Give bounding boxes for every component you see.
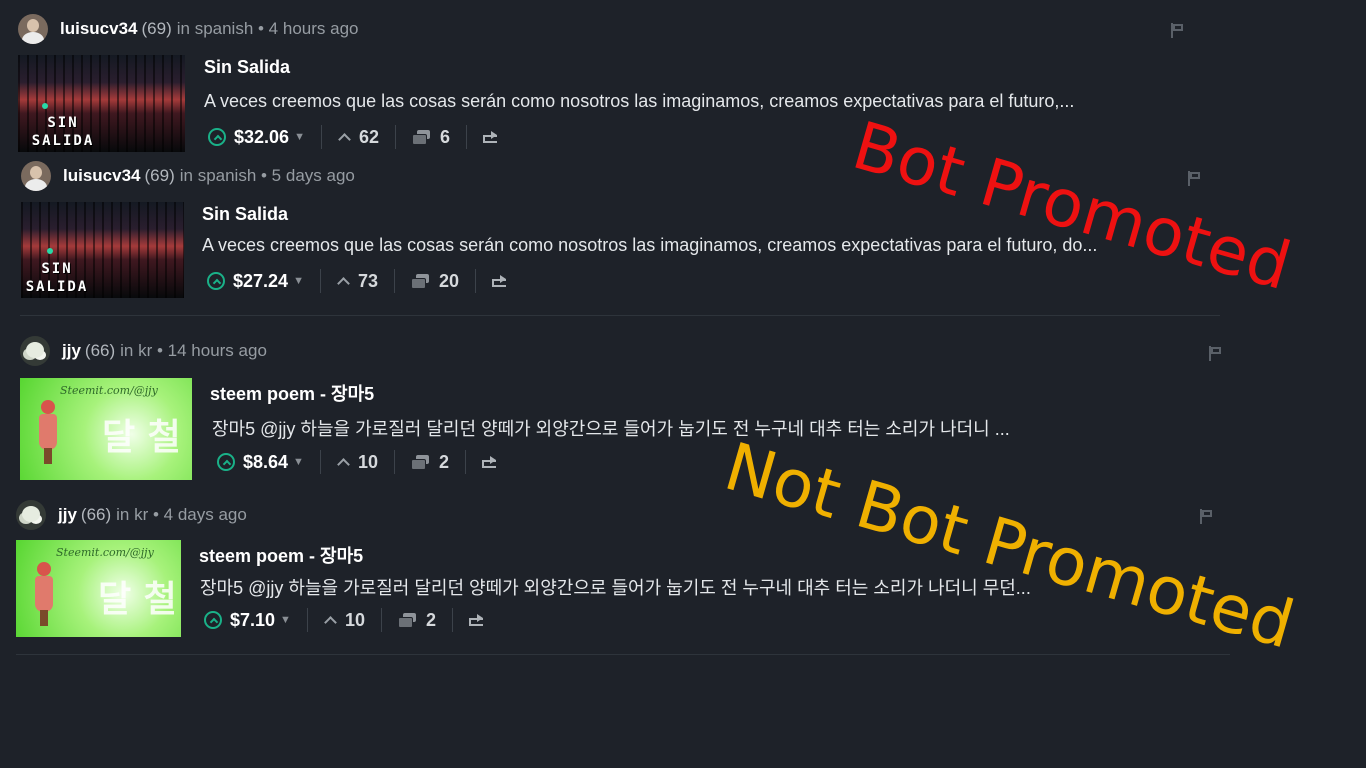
- calligraphy-art: 달 철: [98, 578, 177, 620]
- comments-icon[interactable]: [410, 455, 429, 470]
- comment-count[interactable]: 2: [439, 452, 449, 473]
- voters-chevron-icon: [337, 458, 350, 471]
- comments-icon[interactable]: [411, 130, 430, 145]
- post-header: luisucv34 (69) in spanish • 5 days ago: [21, 160, 355, 192]
- not-bot-promoted-label: Not Bot Promoted: [716, 428, 1303, 664]
- post-meta[interactable]: in kr • 14 hours ago: [120, 341, 267, 361]
- post-title[interactable]: Sin Salida: [202, 204, 288, 225]
- action-divider: [466, 125, 467, 149]
- comments-icon[interactable]: [397, 613, 416, 628]
- comments-icon[interactable]: [410, 274, 429, 289]
- bot-promoted-label: Bot Promoted: [844, 107, 1299, 306]
- post-header: jjy (66) in kr • 4 days ago: [16, 499, 247, 531]
- upvote-icon[interactable]: [204, 611, 222, 629]
- post-header: jjy (66) in kr • 14 hours ago: [20, 335, 267, 367]
- action-divider: [394, 125, 396, 149]
- action-divider: [451, 608, 453, 632]
- upvote-icon[interactable]: [217, 453, 235, 471]
- voters-chevron-icon: [324, 616, 337, 629]
- post-title[interactable]: Sin Salida: [204, 57, 290, 78]
- action-divider: [320, 125, 322, 149]
- author-link[interactable]: jjy: [58, 505, 77, 525]
- author-reputation: (66): [80, 505, 112, 524]
- calligraphy-art: 달 철: [102, 416, 181, 458]
- author-link[interactable]: jjy: [62, 341, 81, 361]
- post-actions: $27.24 ▼ 73 20: [207, 266, 508, 296]
- payout-value[interactable]: $32.06: [234, 127, 289, 148]
- thumbnail-text: SIN SALIDA: [31, 115, 95, 149]
- post-thumbnail[interactable]: SIN SALIDA: [18, 55, 185, 152]
- payout-dropdown-icon[interactable]: ▼: [293, 275, 304, 287]
- post-thumbnail[interactable]: Steemit.com/@jjy 달 철: [16, 540, 181, 637]
- author-link[interactable]: luisucv34: [63, 166, 141, 186]
- author-reputation: (69): [144, 166, 175, 185]
- author-link[interactable]: luisucv34: [60, 19, 138, 39]
- vote-count[interactable]: 62: [359, 127, 379, 148]
- comment-count[interactable]: 20: [439, 271, 459, 292]
- flag-icon[interactable]: [1171, 23, 1185, 38]
- action-divider: [475, 269, 477, 293]
- post-divider: [16, 654, 1230, 655]
- post-title[interactable]: steem poem - 장마5: [199, 542, 363, 568]
- post-meta[interactable]: in spanish • 4 hours ago: [177, 19, 359, 39]
- flag-icon[interactable]: [1209, 346, 1223, 361]
- post-thumbnail[interactable]: SIN SALIDA: [21, 202, 184, 298]
- post-thumbnail[interactable]: Steemit.com/@jjy 달 철: [20, 378, 192, 480]
- resteem-icon[interactable]: [481, 456, 498, 468]
- thumbnail-text: Steemit.com/@jjy: [56, 546, 154, 559]
- action-divider: [393, 269, 395, 293]
- post-meta[interactable]: in spanish • 5 days ago: [180, 166, 355, 186]
- action-divider: [393, 450, 395, 474]
- vote-count[interactable]: 10: [345, 610, 365, 631]
- post-summary[interactable]: 장마5 @jjy 하늘을 가로질러 달리던 양떼가 외양간으로 들어가 눕기도 …: [212, 415, 1010, 441]
- post-meta[interactable]: in kr • 4 days ago: [116, 505, 247, 525]
- post-title[interactable]: steem poem - 장마5: [210, 380, 374, 406]
- flower-avatar-icon[interactable]: [16, 500, 46, 530]
- post-divider: [20, 315, 1220, 316]
- post-summary[interactable]: A veces creemos que las cosas serán como…: [202, 235, 1097, 256]
- person-avatar-icon[interactable]: [18, 14, 48, 44]
- voters-chevron-icon: [337, 277, 350, 290]
- flag-icon[interactable]: [1200, 509, 1214, 524]
- flag-icon[interactable]: [1188, 171, 1202, 186]
- person-avatar-icon[interactable]: [21, 161, 51, 191]
- comment-count[interactable]: 2: [426, 610, 436, 631]
- post-actions: $8.64 ▼ 10 2: [217, 447, 498, 477]
- action-divider: [319, 269, 321, 293]
- action-divider: [464, 450, 466, 474]
- upvote-icon[interactable]: [207, 272, 225, 290]
- action-divider: [306, 608, 308, 632]
- post-header: luisucv34 (69) in spanish • 4 hours ago: [18, 13, 358, 45]
- post-summary[interactable]: 장마5 @jjy 하늘을 가로질러 달리던 양떼가 외양간으로 들어가 눕기도 …: [200, 574, 1031, 600]
- vote-count[interactable]: 10: [358, 452, 378, 473]
- action-divider: [319, 450, 321, 474]
- upvote-icon[interactable]: [208, 128, 226, 146]
- author-reputation: (66): [84, 341, 116, 360]
- resteem-icon[interactable]: [483, 131, 499, 143]
- payout-value[interactable]: $27.24: [233, 271, 288, 292]
- author-reputation: (69): [141, 19, 172, 38]
- illustration-figure: [34, 562, 54, 626]
- thumbnail-text: Steemit.com/@jjy: [60, 384, 158, 397]
- flower-avatar-icon[interactable]: [20, 336, 50, 366]
- resteem-icon[interactable]: [468, 614, 485, 626]
- payout-dropdown-icon[interactable]: ▼: [293, 456, 304, 468]
- voters-chevron-icon: [338, 133, 351, 146]
- resteem-icon[interactable]: [492, 275, 508, 287]
- action-divider: [380, 608, 382, 632]
- post-summary[interactable]: A veces creemos que las cosas serán como…: [204, 91, 1074, 112]
- comment-count[interactable]: 6: [440, 127, 450, 148]
- illustration-figure: [38, 400, 58, 464]
- post-actions: $7.10 ▼ 10 2: [204, 605, 485, 635]
- post-actions: $32.06 ▼ 62 6: [208, 122, 499, 152]
- payout-dropdown-icon[interactable]: ▼: [280, 614, 291, 626]
- payout-value[interactable]: $8.64: [243, 452, 288, 473]
- payout-value[interactable]: $7.10: [230, 610, 275, 631]
- vote-count[interactable]: 73: [358, 271, 378, 292]
- thumbnail-text: SIN SALIDA: [25, 261, 89, 295]
- payout-dropdown-icon[interactable]: ▼: [294, 131, 305, 143]
